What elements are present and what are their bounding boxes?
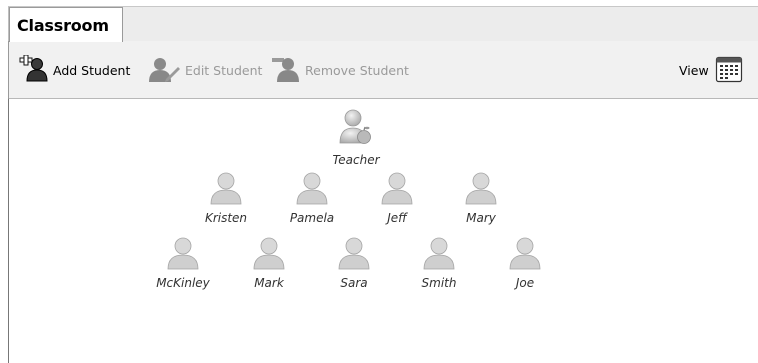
student-seat[interactable]: Jeff [367,171,427,225]
student-name: Smith [421,276,457,290]
view-button[interactable]: View [679,55,743,85]
student-seat[interactable]: Mary [451,171,511,225]
student-seat[interactable]: Kristen [196,171,256,225]
person-icon [296,172,328,205]
student-name: McKinley [156,276,210,290]
seating-chart: Teacher Kristen Pamela Jeff Mary McKinle… [8,98,758,363]
student-seat[interactable]: McKinley [153,236,213,290]
student-name: Mark [254,276,284,290]
tab-strip: Classroom [8,6,758,42]
student-name: Kristen [204,211,248,225]
student-seat[interactable]: Sara [324,236,384,290]
student-seat[interactable]: Mark [239,236,299,290]
student-name: Mary [466,211,496,225]
person-icon [465,172,497,205]
edit-student-icon [147,55,181,86]
person-icon [210,172,242,205]
classroom-window: Classroom Add Student Edit Student Remov… [8,6,758,363]
edit-student-button[interactable]: Edit Student [147,55,262,85]
student-name: Pamela [289,211,335,225]
person-icon [338,237,370,270]
student-name: Sara [340,276,368,290]
remove-student-button[interactable]: Remove Student [271,55,409,85]
person-icon [253,237,285,270]
person-icon [423,237,455,270]
student-seat[interactable]: Pamela [282,171,342,225]
teacher-name: Teacher [332,153,380,167]
edit-student-label: Edit Student [185,62,263,78]
student-name: Jeff [387,211,407,225]
add-student-label: Add Student [53,62,131,78]
tab-classroom[interactable]: Classroom [9,7,123,42]
add-student-icon [19,54,49,86]
remove-student-label: Remove Student [305,62,409,78]
person-icon [381,172,413,205]
person-icon [509,237,541,270]
person-icon [167,237,199,270]
teacher-seat[interactable]: Teacher [326,107,386,167]
teacher-apple-icon [339,109,371,144]
add-student-button[interactable]: Add Student [19,54,131,86]
student-name: Joe [515,276,535,290]
calendar-grid-icon [715,55,743,86]
remove-student-icon [271,55,301,86]
tab-classroom-label: Classroom [17,16,109,35]
student-seat[interactable]: Smith [409,236,469,290]
student-seat[interactable]: Joe [495,236,555,290]
toolbar: Add Student Edit Student Remove Student … [8,41,758,98]
view-label: View [679,62,709,78]
